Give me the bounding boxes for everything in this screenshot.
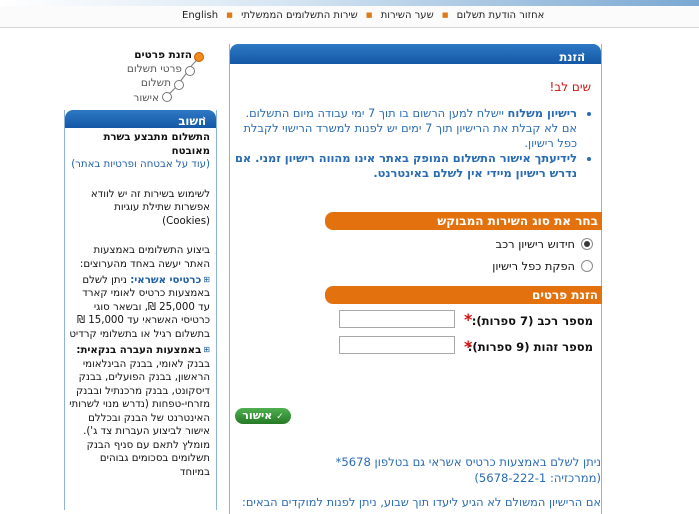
- phone-payment-note: ניתן לשלם באמצעות כרטיס אשראי גם בטלפון …: [241, 454, 601, 486]
- step-current-icon: [194, 52, 204, 62]
- fee-details-header: ‹ הזנת פרטי אגרה - רישיון רכב: [230, 44, 601, 134]
- radio-selected-icon[interactable]: [581, 238, 593, 250]
- renew-license-label: חידוש רישיון רכב: [495, 237, 575, 251]
- details-entry-title: הזנת פרטים: [531, 288, 598, 302]
- id-number-label: מספר זהות (9 ספרות):: [467, 340, 593, 354]
- service-type-title: בחר את סוג השירות המבוקש: [437, 214, 598, 228]
- security-privacy-link[interactable]: (עוד על אבטחה ופרטיות באתר): [71, 159, 210, 170]
- license-delivery-bold: רישיון משלוח: [507, 106, 578, 120]
- top-navigation-bar: English ■ שירות התשלומים הממשלתי ■ שער ה…: [0, 0, 699, 28]
- duplicate-license-label: הפקת כפל רישיון: [492, 259, 575, 273]
- step-pending-icon: [185, 66, 195, 76]
- service-gate-link[interactable]: שער השירות: [381, 10, 434, 21]
- retrieve-payment-notice-link[interactable]: אחזור הודעת תשלום: [457, 10, 545, 21]
- fee-details-panel: ‹ הזנת פרטי אגרה - רישיון רכב שים לב! רי…: [229, 44, 602, 514]
- vehicle-number-input[interactable]: [339, 310, 455, 328]
- top-decorative-strip: [0, 0, 699, 6]
- step-confirmation: אישור: [133, 92, 159, 104]
- attention-label: שים לב!: [549, 80, 591, 94]
- required-asterisk: *: [464, 337, 473, 356]
- list-item: לידיעתך אישור התשלום המופק באתר אינו מהו…: [227, 151, 577, 181]
- bank-transfer-channel-title: באמצעות העברה בנקאית:: [76, 345, 202, 356]
- details-entry-header: הזנת פרטים: [325, 286, 602, 304]
- english-link[interactable]: English: [182, 10, 218, 21]
- important-info-panel: ‹ חשוב לדעת! התשלום מתבצע בשרת מאובטח (ע…: [64, 110, 217, 510]
- contact-centers-note: אם הרישיון המשולם לא הגיע ליעדו תוך שבוע…: [242, 495, 601, 509]
- bullet-icon: ■: [441, 11, 449, 19]
- bullet-icon: ■: [365, 11, 373, 19]
- confirm-button-label: אישור: [242, 409, 273, 422]
- secure-server-text: התשלום מתבצע בשרת מאובטח: [103, 132, 210, 157]
- progress-steps: הזנת פרטים פרטי תשלום תשלום אישור: [118, 49, 208, 111]
- step-pending-icon: [162, 92, 172, 102]
- notes-list: רישיון משלוח יישלח למען הרשום בו תוך 7 י…: [227, 106, 591, 181]
- list-item: רישיון משלוח יישלח למען הרשום בו תוך 7 י…: [227, 106, 577, 151]
- phone-payment-line: ניתן לשלם באמצעות כרטיס אשראי גם בטלפון …: [335, 455, 601, 469]
- radio-unselected-icon[interactable]: [581, 260, 593, 272]
- confirm-button[interactable]: ✓ אישור: [235, 408, 291, 424]
- important-info-body: התשלום מתבצע בשרת מאובטח (עוד על אבטחה ו…: [69, 131, 210, 487]
- cookies-note: לשימוש בשירות זה יש לוודא אפשרות שתילת ע…: [90, 188, 210, 227]
- top-nav-links: English ■ שירות התשלומים הממשלתי ■ שער ה…: [182, 10, 544, 21]
- important-info-header: ‹ חשוב לדעת!: [65, 110, 216, 142]
- vehicle-number-label: מספר רכב (7 ספרות):: [471, 314, 593, 328]
- phone-payment-switchboard: (ממרכזיה: 5678-222-1): [474, 471, 601, 485]
- temporary-license-note: לידיעתך אישור התשלום המופק באתר אינו מהו…: [234, 151, 577, 180]
- id-number-input[interactable]: [339, 336, 455, 354]
- step-enter-details: הזנת פרטים: [134, 49, 192, 61]
- plus-icon[interactable]: ⊞: [203, 275, 210, 284]
- renew-license-option[interactable]: חידוש רישיון רכב: [496, 237, 593, 251]
- bank-transfer-channel-text: בבנק לאומי, בבנק הבינלאומי הראשון, בבנק …: [69, 358, 210, 478]
- step-pending-icon: [174, 80, 184, 90]
- service-type-header: בחר את סוג השירות המבוקש: [325, 212, 602, 230]
- bullet-icon: ■: [226, 11, 233, 19]
- step-payment: תשלום: [140, 77, 171, 89]
- step-payment-details: פרטי תשלום: [126, 63, 182, 75]
- plus-icon[interactable]: ⊞: [203, 345, 210, 354]
- payment-channels-intro: ביצוע התשלומים באמצעות האתר יעשה באחד מה…: [79, 245, 210, 270]
- duplicate-license-option[interactable]: הפקת כפל רישיון: [492, 259, 593, 273]
- credit-card-channel-title: כרטיסי אשראי:: [130, 274, 202, 286]
- required-asterisk: *: [464, 310, 473, 329]
- government-payments-link[interactable]: שירות התשלומים הממשלתי: [241, 10, 358, 21]
- check-icon: ✓: [276, 412, 284, 422]
